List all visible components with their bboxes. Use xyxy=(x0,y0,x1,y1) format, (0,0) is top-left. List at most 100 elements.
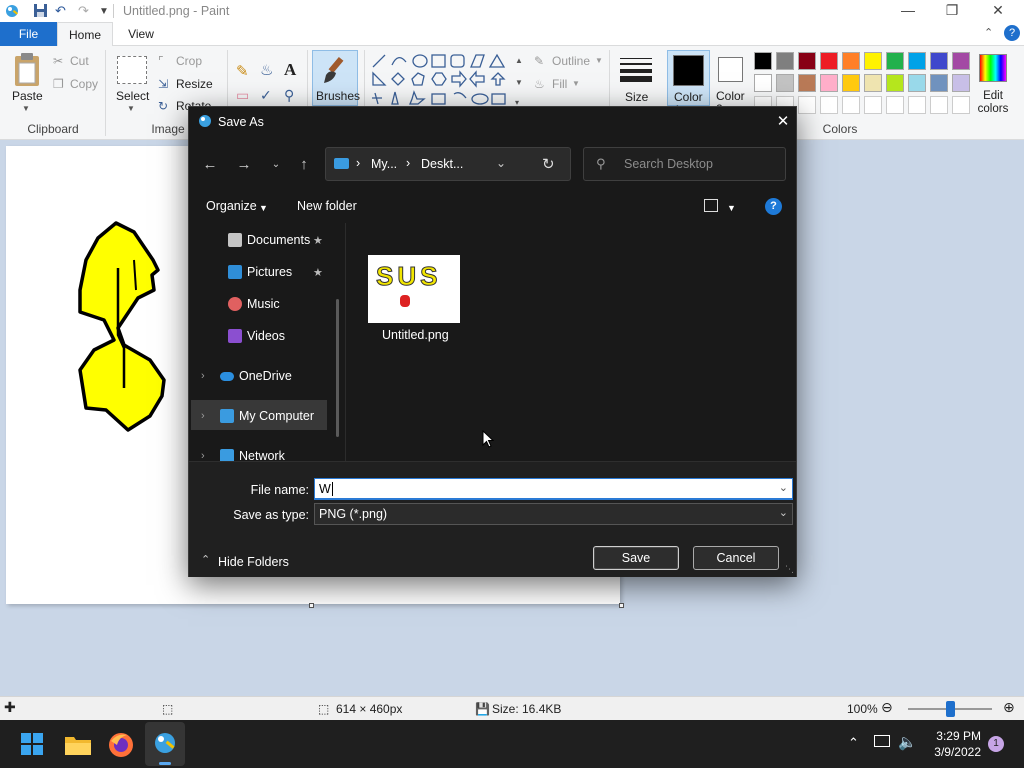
copy-icon[interactable]: ❐ xyxy=(53,77,64,91)
nav-scrollbar[interactable] xyxy=(336,299,339,437)
resize-icon[interactable]: ⇲ xyxy=(158,77,168,91)
color-swatch[interactable] xyxy=(908,52,926,70)
fill-icon[interactable]: ♨ xyxy=(534,77,545,91)
hide-folders-button[interactable]: Hide Folders xyxy=(218,555,289,569)
color-swatch[interactable] xyxy=(842,74,860,92)
dialog-help-icon[interactable]: ? xyxy=(765,198,782,215)
color1-button[interactable]: Color 1 xyxy=(667,50,710,117)
crop-icon[interactable]: ⌜ xyxy=(158,54,164,68)
fill-button[interactable]: Fill xyxy=(552,77,567,91)
color-swatch[interactable] xyxy=(864,52,882,70)
paste-dropdown-icon[interactable]: ▼ xyxy=(22,104,30,113)
custom-color-swatch[interactable] xyxy=(798,96,816,114)
cancel-button[interactable]: Cancel xyxy=(693,546,779,570)
firefox-icon[interactable] xyxy=(107,731,135,757)
file-thumbnail[interactable]: SUS xyxy=(368,255,460,323)
color-picker-icon[interactable]: ✓ xyxy=(260,87,272,104)
select-dropdown-icon[interactable]: ▼ xyxy=(127,104,135,113)
refresh-icon[interactable]: ↻ xyxy=(542,155,555,173)
size-icon[interactable] xyxy=(620,56,652,82)
breadcrumb-desktop[interactable]: Deskt... xyxy=(421,157,463,171)
magnifier-icon[interactable]: ⚲ xyxy=(284,87,294,104)
maximize-icon[interactable]: ❐ xyxy=(937,2,967,19)
custom-color-swatch[interactable] xyxy=(842,96,860,114)
outline-dropdown-icon[interactable]: ▼ xyxy=(595,56,603,65)
copy-button[interactable]: Copy xyxy=(70,77,98,91)
tab-view[interactable]: View xyxy=(113,22,169,46)
save-quick-icon[interactable] xyxy=(33,3,48,21)
select-button[interactable]: Select xyxy=(116,89,149,103)
paint-app-icon[interactable] xyxy=(4,3,20,22)
nav-music[interactable]: Music xyxy=(228,294,328,316)
color-swatch[interactable] xyxy=(908,74,926,92)
tab-file[interactable]: File xyxy=(0,22,57,46)
zoom-slider-thumb[interactable] xyxy=(946,701,955,717)
color-swatch[interactable] xyxy=(776,52,794,70)
expand-onedrive-icon[interactable]: › xyxy=(201,370,205,382)
color-swatch[interactable] xyxy=(952,52,970,70)
volume-icon[interactable]: 🔈 xyxy=(898,733,917,751)
collapse-ribbon-icon[interactable]: ⌃ xyxy=(984,26,993,39)
color-swatch[interactable] xyxy=(820,74,838,92)
close-window-icon[interactable]: ✕ xyxy=(983,2,1013,19)
forward-arrow-icon[interactable]: → xyxy=(233,156,255,173)
fill-dropdown-icon[interactable]: ▼ xyxy=(572,79,580,88)
hide-folders-chevron-icon[interactable]: ⌃ xyxy=(201,553,210,566)
up-arrow-icon[interactable]: ↑ xyxy=(293,156,315,173)
filename-dropdown-icon[interactable]: ⌄ xyxy=(779,481,788,494)
custom-color-swatch[interactable] xyxy=(886,96,904,114)
custom-color-swatch[interactable] xyxy=(864,96,882,114)
zoom-in-icon[interactable]: ⊕ xyxy=(1003,699,1015,716)
color-swatch[interactable] xyxy=(930,74,948,92)
minimize-icon[interactable]: — xyxy=(893,2,923,18)
edit-colors-button[interactable]: Edit colors xyxy=(976,90,1010,116)
custom-color-swatch[interactable] xyxy=(820,96,838,114)
color-swatch[interactable] xyxy=(754,74,772,92)
color-swatch[interactable] xyxy=(930,52,948,70)
redo-icon[interactable]: ↷ xyxy=(78,3,89,19)
tab-home[interactable]: Home xyxy=(57,22,113,47)
breadcrumb-my-computer[interactable]: My... xyxy=(371,157,397,171)
help-icon[interactable]: ? xyxy=(1004,25,1020,41)
undo-icon[interactable]: ↶ xyxy=(55,3,66,19)
custom-color-swatch[interactable] xyxy=(908,96,926,114)
organize-dropdown-icon[interactable]: ▼ xyxy=(259,203,268,213)
recent-locations-icon[interactable]: ⌄ xyxy=(265,159,287,170)
savetype-dropdown-icon[interactable]: ⌄ xyxy=(779,506,788,519)
file-name-label[interactable]: Untitled.png xyxy=(382,328,449,342)
file-explorer-icon[interactable] xyxy=(64,733,92,759)
text-tool-icon[interactable]: A xyxy=(284,60,296,80)
shapes-scroll-down-icon[interactable]: ▼ xyxy=(515,78,523,87)
brushes-button[interactable]: Brushes xyxy=(312,50,360,106)
custom-color-swatch[interactable] xyxy=(952,96,970,114)
crop-button[interactable]: Crop xyxy=(176,54,202,68)
pin-icon[interactable]: ★ xyxy=(313,234,323,247)
organize-button[interactable]: Organize xyxy=(206,199,257,213)
color-swatch[interactable] xyxy=(798,74,816,92)
color2-button[interactable]: Color 2 xyxy=(713,50,749,116)
paste-button[interactable]: Paste xyxy=(12,89,43,103)
canvas-resize-handle-bottom[interactable] xyxy=(309,603,314,608)
clock-date[interactable]: 3/9/2022 xyxy=(925,745,981,759)
resize-grip-icon[interactable]: ⋱ xyxy=(785,564,794,575)
view-dropdown-icon[interactable]: ▼ xyxy=(727,203,736,213)
pencil-icon[interactable]: ✎ xyxy=(236,62,249,80)
shapes-scroll-up-icon[interactable]: ▲ xyxy=(515,56,523,65)
dialog-close-icon[interactable]: ✕ xyxy=(773,112,793,130)
shapes-gallery[interactable] xyxy=(370,52,522,106)
resize-button[interactable]: Resize xyxy=(176,77,213,91)
cut-icon[interactable]: ✂ xyxy=(53,54,63,68)
nav-onedrive[interactable]: OneDrive xyxy=(220,366,330,388)
filename-input[interactable]: W ⌄ xyxy=(314,478,793,500)
color-swatch[interactable] xyxy=(776,74,794,92)
customize-quick-access-icon[interactable]: ▼ xyxy=(99,6,109,17)
color-swatch[interactable] xyxy=(886,52,904,70)
color-swatch[interactable] xyxy=(952,74,970,92)
rotate-icon[interactable]: ↻ xyxy=(158,99,168,113)
savetype-select[interactable]: PNG (*.png) ⌄ xyxy=(314,503,793,525)
edit-colors-icon[interactable] xyxy=(979,54,1007,82)
color-swatch[interactable] xyxy=(886,74,904,92)
address-dropdown-icon[interactable]: ⌄ xyxy=(496,156,506,170)
save-button[interactable]: Save xyxy=(593,546,679,570)
custom-color-swatch[interactable] xyxy=(930,96,948,114)
